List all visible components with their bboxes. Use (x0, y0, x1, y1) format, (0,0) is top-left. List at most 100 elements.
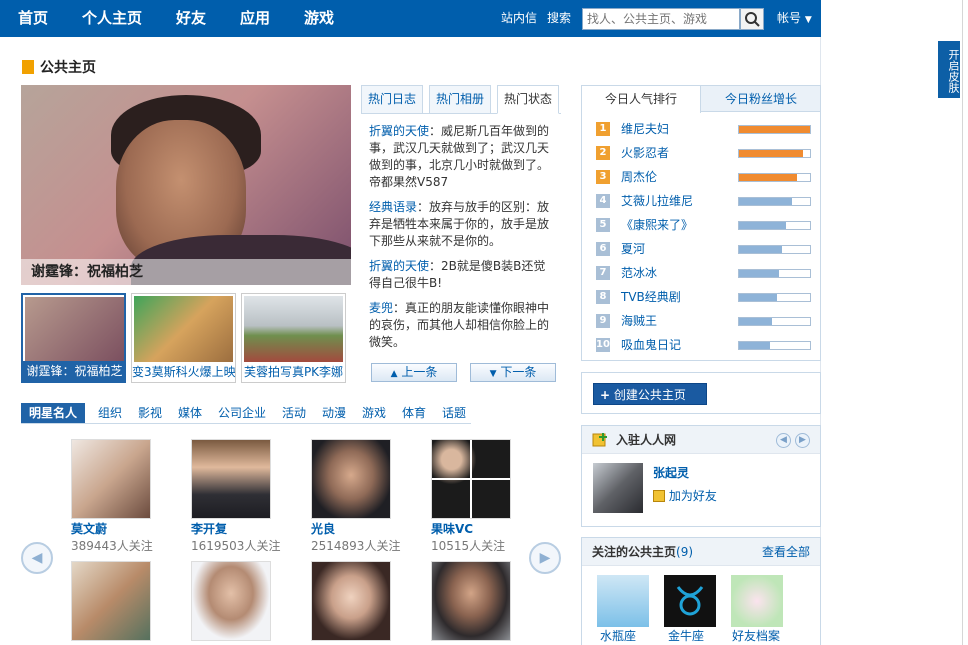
search-input[interactable] (582, 8, 740, 30)
nav-home[interactable]: 首页 (18, 0, 48, 37)
feed-author[interactable]: 经典语录 (369, 200, 417, 214)
category-companies[interactable]: 公司企业 (218, 403, 266, 423)
rank-name[interactable]: 维尼夫妇 (621, 120, 669, 137)
celebrity-fans: 10515人关注 (431, 539, 506, 553)
rank-badge: 8 (596, 290, 610, 304)
thumbnail-3[interactable]: 芙蓉拍写真PK李娜 (241, 293, 346, 383)
avatar[interactable] (593, 463, 643, 513)
followed-item-label[interactable]: 水瓶座 (600, 627, 636, 644)
ranking-row[interactable]: 6 夏河 (596, 239, 812, 259)
friend-profile-thumbnail[interactable] (731, 575, 783, 627)
rank-name[interactable]: 艾薇儿拉维尼 (621, 192, 693, 209)
aquarius-thumbnail[interactable] (597, 575, 649, 627)
category-games[interactable]: 游戏 (362, 403, 386, 423)
next-button[interactable]: ▼ 下一条 (470, 363, 556, 382)
celebrity-photo[interactable] (311, 561, 391, 641)
ranking-row[interactable]: 4 艾薇儿拉维尼 (596, 191, 812, 211)
tab-hot-albums[interactable]: 热门相册 (429, 85, 492, 114)
category-organizations[interactable]: 组织 (98, 403, 122, 423)
search-button[interactable] (740, 8, 764, 30)
ranking-row[interactable]: 1 维尼夫妇 (596, 119, 812, 139)
category-topics[interactable]: 话题 (442, 403, 466, 423)
scrollbar-track[interactable] (962, 0, 963, 645)
followed-item-label[interactable]: 好友档案 (732, 627, 780, 644)
celebrity-photo[interactable] (191, 439, 271, 519)
nav-games[interactable]: 游戏 (304, 0, 334, 37)
category-film[interactable]: 影视 (138, 403, 162, 423)
celebrity-photo[interactable] (311, 439, 391, 519)
nav-apps[interactable]: 应用 (240, 0, 270, 37)
prev-button[interactable]: ▲ 上一条 (371, 363, 457, 382)
add-page-icon (592, 433, 607, 447)
tab-fans-growth-today[interactable]: 今日粉丝增长 (702, 86, 820, 112)
followed-pages-box: 关注的公共主页(9) 查看全部 水瓶座 金牛座 好友档案 (581, 537, 821, 645)
chevron-right-icon: ▶ (539, 550, 551, 566)
followed-item-label[interactable]: 金牛座 (668, 627, 704, 644)
celebrity-name[interactable]: 李开复 (191, 520, 301, 537)
rank-name[interactable]: 吸血鬼日记 (621, 336, 681, 353)
celebrity-card[interactable] (191, 561, 301, 641)
rank-name[interactable]: 范冰冰 (621, 264, 657, 281)
category-celebrities[interactable]: 明星名人 (21, 403, 86, 423)
thumbnail-image (244, 296, 343, 362)
celebrity-photo[interactable] (431, 439, 511, 519)
celebrity-card[interactable] (311, 561, 421, 641)
ranking-row[interactable]: 7 范冰冰 (596, 263, 812, 283)
inbox-link[interactable]: 站内信 (501, 0, 537, 37)
celebrity-name[interactable]: 莫文蔚 (71, 520, 181, 537)
rank-name[interactable]: 火影忍者 (621, 144, 669, 161)
taurus-thumbnail[interactable] (664, 575, 716, 627)
celebrity-photo[interactable] (431, 561, 511, 641)
view-all-link[interactable]: 查看全部 (762, 538, 810, 566)
rank-name[interactable]: 夏河 (621, 240, 645, 257)
person-name[interactable]: 张起灵 (653, 464, 689, 481)
celebrity-card[interactable] (431, 561, 541, 641)
celebrity-photo[interactable] (71, 561, 151, 641)
search-label[interactable]: 搜索 (547, 0, 571, 37)
tab-hot-status[interactable]: 热门状态 (497, 85, 560, 114)
celebrity-card[interactable] (71, 561, 181, 641)
celebrity-card[interactable]: 李开复 1619503人关注 (191, 439, 301, 554)
nav-friends[interactable]: 好友 (176, 0, 206, 37)
join-next-button[interactable]: ▶ (795, 433, 810, 448)
add-friend-link[interactable]: 加为好友 (653, 487, 717, 504)
category-events[interactable]: 活动 (282, 403, 306, 423)
feed-author[interactable]: 折翼的天使 (369, 259, 429, 273)
rank-name[interactable]: 海贼王 (621, 312, 657, 329)
carousel-prev-button[interactable]: ◀ (21, 542, 53, 574)
category-sports[interactable]: 体育 (402, 403, 426, 423)
rank-name[interactable]: TVB经典剧 (621, 288, 681, 305)
celebrity-photo[interactable] (191, 561, 271, 641)
feed-author[interactable]: 麦兜 (369, 301, 393, 315)
featured-image[interactable]: 谢霆锋：祝福柏芝 (21, 85, 351, 285)
celebrity-card[interactable]: 光良 2514893人关注 (311, 439, 421, 554)
celebrity-card[interactable]: 莫文蔚 389443人关注 (71, 439, 181, 554)
rank-name[interactable]: 周杰伦 (621, 168, 657, 185)
tab-popularity-today[interactable]: 今日人气排行 (582, 86, 701, 113)
ranking-row[interactable]: 9 海贼王 (596, 311, 812, 331)
celebrity-name[interactable]: 果味VC (431, 520, 541, 537)
add-friend-label: 加为好友 (668, 489, 717, 503)
celebrity-card[interactable]: 果味VC 10515人关注 (431, 439, 541, 554)
ranking-row[interactable]: 5 《康熙来了》 (596, 215, 812, 235)
followed-title: 关注的公共主页(9) (592, 538, 693, 566)
account-menu[interactable]: 帐号 ▼ (777, 0, 812, 37)
thumbnail-1[interactable]: 谢霆锋：祝福柏芝 (21, 293, 126, 383)
ranking-row[interactable]: 8 TVB经典剧 (596, 287, 812, 307)
ranking-row[interactable]: 10 吸血鬼日记 (596, 335, 812, 355)
feed-author[interactable]: 折翼的天使 (369, 124, 429, 138)
skin-toggle-button[interactable]: 开启皮肤 (938, 41, 960, 98)
create-page-button[interactable]: + 创建公共主页 (593, 383, 707, 405)
featured-caption[interactable]: 谢霆锋：祝福柏芝 (21, 259, 351, 285)
ranking-row[interactable]: 2 火影忍者 (596, 143, 812, 163)
celebrity-photo[interactable] (71, 439, 151, 519)
nav-profile[interactable]: 个人主页 (82, 0, 142, 37)
tab-hot-blogs[interactable]: 热门日志 (361, 85, 424, 114)
rank-name[interactable]: 《康熙来了》 (621, 216, 693, 233)
join-prev-button[interactable]: ◀ (776, 433, 791, 448)
category-media[interactable]: 媒体 (178, 403, 202, 423)
category-anime[interactable]: 动漫 (322, 403, 346, 423)
ranking-row[interactable]: 3 周杰伦 (596, 167, 812, 187)
celebrity-name[interactable]: 光良 (311, 520, 421, 537)
thumbnail-2[interactable]: 变3莫斯科火爆上映 (131, 293, 236, 383)
